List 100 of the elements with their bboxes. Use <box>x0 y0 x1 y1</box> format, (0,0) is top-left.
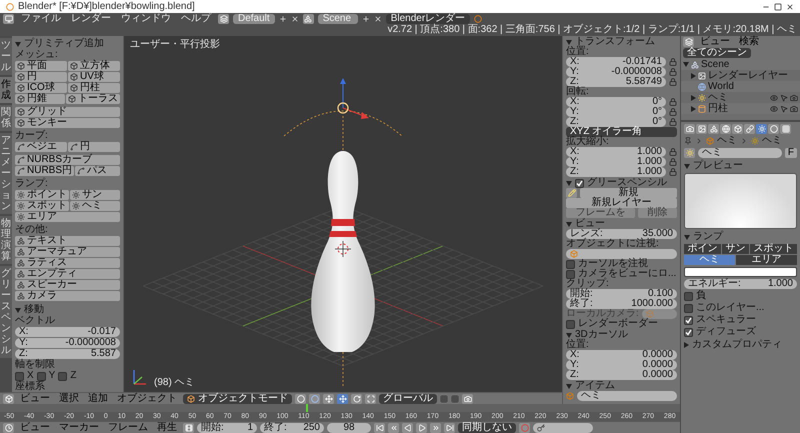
number-field[interactable]: Y: 0.0000 <box>566 360 677 370</box>
tool-button[interactable]: NURBS円 <box>15 166 74 176</box>
lamp-type-tab[interactable]: ポイン <box>684 244 721 254</box>
menu-item[interactable]: マーカー <box>56 422 102 432</box>
tool-button[interactable]: エンプティ <box>15 269 120 279</box>
tool-button[interactable]: ヘミ <box>70 201 120 211</box>
menu-item[interactable]: ファイル <box>18 14 64 24</box>
tool-button[interactable]: ベジエ <box>15 142 67 152</box>
menu-item[interactable]: 再生 <box>154 422 180 432</box>
tool-button[interactable]: カメラ <box>15 291 120 301</box>
fake-user-button[interactable]: F <box>784 148 797 158</box>
number-field[interactable]: X: 0° <box>566 97 666 107</box>
menu-item[interactable]: 選択 <box>56 394 82 404</box>
number-field[interactable]: レンズ: 35.000 <box>566 229 677 239</box>
number-field[interactable]: Y: 1.000 <box>566 157 666 167</box>
number-field[interactable]: X: 0.0000 <box>566 350 677 360</box>
panel-title: 移動 <box>24 305 44 315</box>
menu-item[interactable]: フレーム <box>105 422 151 432</box>
menu-item[interactable]: 追加 <box>85 394 111 404</box>
number-field[interactable]: Z: 5.587 <box>15 349 120 359</box>
orientation-dropdown[interactable]: グローバル <box>379 394 437 404</box>
tool-button[interactable]: 円柱 <box>68 83 120 93</box>
panel-title: 3Dカーソル <box>575 330 628 340</box>
number-field[interactable]: 開始: 1 <box>197 422 257 432</box>
number-field[interactable]: 終了: 1000.000 <box>566 299 677 309</box>
sync-dropdown[interactable]: 同期しない <box>458 422 516 432</box>
number-field[interactable]: X: -0.01741 <box>566 57 666 67</box>
menu-item[interactable]: ヘルプ <box>178 14 214 24</box>
outliner-row[interactable]: World <box>681 81 800 92</box>
lamp-type-tab[interactable]: ヘミ <box>684 255 735 265</box>
display-mode-dropdown[interactable]: 全てのシーン <box>683 48 751 58</box>
tool-button[interactable]: サン <box>70 190 120 200</box>
shelf-tab[interactable]: 関係 <box>0 105 12 131</box>
field-label: 拡大縮小: <box>566 137 610 147</box>
menu-item[interactable]: オブジェクト <box>114 394 180 404</box>
outliner-label: 円柱 <box>708 104 728 114</box>
number-field[interactable]: Y: -0.0000008 <box>15 338 120 348</box>
tool-button[interactable]: アーマチュア <box>15 247 120 257</box>
tool-button[interactable]: 円 <box>15 72 67 82</box>
number-field[interactable]: X: -0.017 <box>15 327 120 337</box>
number-field[interactable]: Z: 5.58749 <box>566 77 666 87</box>
tool-button[interactable]: トーラス <box>66 94 120 104</box>
render-engine-dropdown[interactable]: Blenderレンダー <box>386 14 470 24</box>
new-button[interactable]: 新規 <box>580 188 677 198</box>
name-field[interactable]: ヘミ <box>577 391 677 401</box>
tool-button[interactable]: テキスト <box>15 236 120 246</box>
menu-item[interactable]: ウィンドウ <box>118 14 174 24</box>
mode-dropdown[interactable]: オブジェクトモード <box>183 394 292 404</box>
menu-item[interactable]: レンダー <box>68 14 114 24</box>
menu-item[interactable]: ビュー <box>17 394 53 404</box>
rotation-mode-dropdown[interactable]: XYZ オイラー角 <box>566 127 677 137</box>
number-field[interactable]: 終了: 250 <box>260 422 324 432</box>
shelf-tab[interactable]: アニメーション <box>0 133 12 214</box>
tool-button[interactable]: ポイント <box>15 190 69 200</box>
panel-title: ランプ <box>693 232 723 242</box>
number-field[interactable]: Z: 0.0000 <box>566 370 677 380</box>
shelf-tab[interactable]: グリースペンシル <box>0 266 12 358</box>
number-field[interactable]: 開始: 0.100 <box>566 289 677 299</box>
tool-button[interactable]: UV球 <box>68 72 120 82</box>
tool-button[interactable]: 立方体 <box>68 61 120 71</box>
number-field[interactable]: エネルギー: 1.000 <box>684 279 797 289</box>
tool-button[interactable]: エリア <box>15 212 120 222</box>
number-field[interactable]: Y: -0.0000008 <box>566 67 666 77</box>
shelf-tab[interactable]: ツール <box>0 38 12 75</box>
panel-title: ビュー <box>575 219 605 229</box>
lamp-type-tab[interactable]: エリア <box>736 255 797 265</box>
number-field[interactable]: X: 1.000 <box>566 147 666 157</box>
lamp-type-tab[interactable]: サン <box>722 244 749 254</box>
outliner-label: Scene <box>701 60 730 70</box>
outliner-row[interactable]: 円柱 <box>681 103 800 114</box>
outliner-row[interactable]: Scene <box>681 59 800 70</box>
field-label: 位置: <box>566 47 590 57</box>
shelf-tab[interactable]: 作成 <box>0 77 12 103</box>
tool-button[interactable]: 平面 <box>15 61 67 71</box>
checkbox-label: スペキュラー <box>696 315 756 325</box>
new-layer-button[interactable]: 新規レイヤー <box>566 198 677 208</box>
tool-button[interactable]: グリッド <box>15 107 120 117</box>
tool-button[interactable]: 円 <box>68 142 120 152</box>
number-field[interactable]: Z: 0° <box>566 117 666 127</box>
tool-button[interactable]: スポット <box>15 201 69 211</box>
tool-button[interactable]: ICO球 <box>15 83 67 93</box>
breadcrumb-item: ヘミ <box>762 136 782 146</box>
checkbox-label: Y <box>48 371 56 381</box>
field-label: ベクトル <box>15 316 56 326</box>
tool-button[interactable]: モンキー <box>15 118 120 128</box>
current-frame-field[interactable]: 98 <box>327 422 371 432</box>
menu-item[interactable]: ビュー <box>17 422 53 432</box>
tool-button[interactable]: NURBSカーブ <box>15 155 120 165</box>
tool-button[interactable]: ラティス <box>15 258 120 268</box>
datablock-name-field[interactable]: ヘミ <box>698 148 782 158</box>
checkbox-label: X <box>27 371 34 381</box>
number-field[interactable]: Y: 0° <box>566 107 666 117</box>
menu-item[interactable]: ビュー <box>697 37 733 47</box>
menu-item[interactable]: 検索 <box>736 37 762 47</box>
number-field[interactable]: Z: 1.000 <box>566 167 666 177</box>
shelf-tab[interactable]: 物理演算 <box>0 216 12 264</box>
tool-button[interactable]: 円錐 <box>15 94 65 104</box>
tool-button[interactable]: スピーカー <box>15 280 120 290</box>
lamp-type-tab[interactable]: スポット <box>750 244 797 254</box>
tool-button[interactable]: パス <box>75 166 120 176</box>
